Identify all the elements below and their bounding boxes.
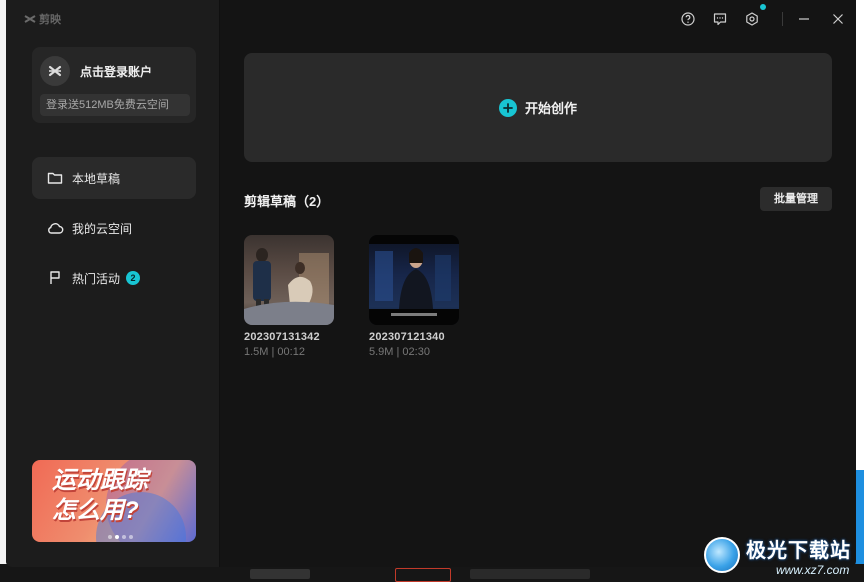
cloud-space-promo[interactable]: 登录送512MB免费云空间 [40,94,190,116]
sidebar-item-local-drafts[interactable]: 本地草稿 [32,157,196,199]
close-button[interactable] [829,10,847,28]
watermark: 极光下载站 www.xz7.com [704,528,864,582]
help-icon [681,12,695,26]
promo-title-line2: 怎么用? [52,497,139,524]
draft-meta: 5.9M | 02:30 [369,346,430,358]
close-icon [833,14,843,24]
draft-meta: 1.5M | 00:12 [244,346,305,358]
update-indicator-dot [760,4,766,10]
cloud-icon [46,219,64,237]
feedback-button[interactable] [711,10,729,28]
settings-button[interactable] [743,10,761,28]
settings-icon [746,12,758,26]
titlebar-divider [782,12,783,26]
brand-name: 剪映 [39,14,61,26]
draft-thumbnail[interactable] [369,235,459,325]
watermark-title: 极光下载站 [746,539,851,562]
sidebar-item-label: 我的云空间 [72,221,133,236]
batch-manage-button[interactable]: 批量管理 [760,187,832,211]
draft-thumbnail[interactable] [244,235,334,325]
minimize-button[interactable] [795,10,813,28]
help-button[interactable] [679,10,697,28]
drafts-section-title: 剪辑草稿（2） [244,194,330,209]
draft-card[interactable]: 202307131342 1.5M | 00:12 [244,235,336,358]
draft-name: 202307131342 [244,331,320,343]
promo-banner[interactable]: 运动跟踪 怎么用? [32,460,196,542]
video-thumbnail-image [369,235,459,325]
start-creating-button[interactable]: 开始创作 [244,53,832,162]
notification-badge: 2 [126,271,141,285]
feedback-icon [713,13,727,26]
start-creating-label: 开始创作 [524,101,577,116]
folder-icon [46,169,64,187]
app-window: 剪映 点击登录账户 登录送512MB免费云空间 本地草稿 我的云空间 热门活动 … [6,0,856,567]
avatar[interactable] [40,56,70,86]
watermark-url: www.xz7.com [776,562,850,577]
login-link[interactable]: 点击登录账户 [80,63,152,80]
watermark-logo-icon [704,537,740,573]
sidebar-item-hot-events[interactable]: 热门活动 2 [32,257,196,299]
draft-card[interactable]: 202307121340 5.9M | 02:30 [369,235,461,358]
sidebar-item-label: 热门活动 [72,271,121,286]
capcut-logo-icon [48,65,62,77]
carousel-dots[interactable] [106,535,134,539]
account-card[interactable]: 点击登录账户 登录送512MB免费云空间 [32,47,196,123]
app-brand: 剪映 [24,11,61,27]
sidebar-item-label: 本地草稿 [72,171,121,186]
minimize-icon [799,18,809,20]
draft-name: 202307121340 [369,331,445,343]
flag-icon [46,269,64,287]
plus-icon [498,98,517,117]
video-thumbnail-image [244,248,334,325]
sidebar-item-cloud-space[interactable]: 我的云空间 [32,207,196,249]
promo-title-line1: 运动跟踪 [52,467,148,494]
sidebar: 剪映 点击登录账户 登录送512MB免费云空间 本地草稿 我的云空间 热门活动 … [6,0,220,567]
capcut-logo-icon [24,15,36,23]
